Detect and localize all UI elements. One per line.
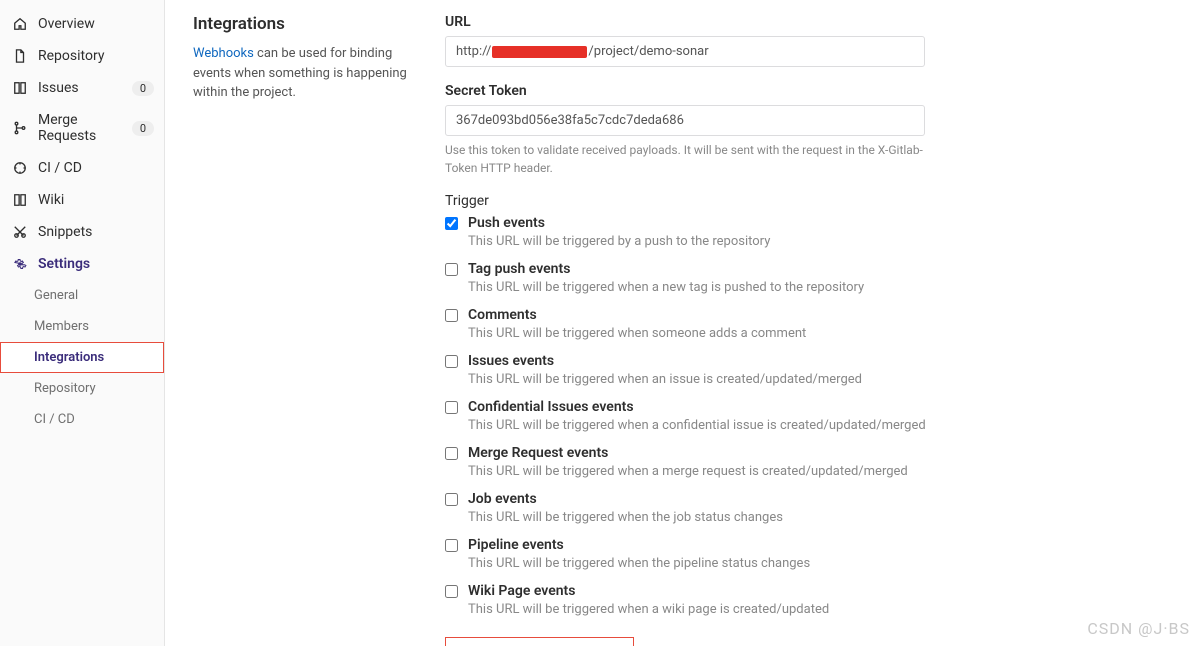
sidebar-item-settings[interactable]: Settings	[0, 248, 164, 280]
redacted-host	[492, 46, 587, 58]
trigger-title: Merge Request events	[468, 445, 608, 461]
sidebar-item-label: Issues	[38, 80, 128, 96]
trigger-merge-request-events: Merge Request events This URL will be tri…	[445, 445, 1188, 479]
trigger-desc: This URL will be triggered when the pipe…	[468, 556, 1188, 571]
trigger-desc: This URL will be triggered when a wiki p…	[468, 602, 1188, 617]
secret-token-help: Use this token to validate received payl…	[445, 141, 925, 177]
trigger-desc: This URL will be triggered when a merge …	[468, 464, 1188, 479]
trigger-checkbox-tag-push-events[interactable]	[445, 263, 458, 276]
settings-sub-ci-cd[interactable]: CI / CD	[0, 404, 164, 435]
trigger-issues-events: Issues events This URL will be triggered …	[445, 353, 1188, 387]
sidebar-item-label: Settings	[38, 256, 154, 272]
page-title: Integrations	[193, 14, 433, 34]
trigger-job-events: Job events This URL will be triggered whe…	[445, 491, 1188, 525]
url-input[interactable]: http:///project/demo-sonar	[445, 36, 925, 67]
home-icon	[12, 16, 28, 32]
sidebar-item-repository[interactable]: Repository	[0, 40, 164, 72]
sidebar-item-wiki[interactable]: Wiki	[0, 184, 164, 216]
trigger-title: Issues events	[468, 353, 554, 369]
settings-sub-integrations[interactable]: Integrations	[0, 342, 164, 373]
webhook-form: URL http:///project/demo-sonar Secret To…	[445, 14, 1188, 646]
trigger-title: Push events	[468, 215, 545, 231]
sidebar-item-merge-requests[interactable]: Merge Requests 0	[0, 104, 164, 152]
trigger-label: Trigger	[445, 193, 1188, 209]
trigger-title: Confidential Issues events	[468, 399, 634, 415]
gear-icon	[12, 256, 28, 272]
file-icon	[12, 48, 28, 64]
ci-icon	[12, 160, 28, 176]
sidebar-badge: 0	[132, 121, 154, 136]
trigger-checkbox-job-events[interactable]	[445, 493, 458, 506]
trigger-title: Job events	[468, 491, 537, 507]
secret-token-label: Secret Token	[445, 83, 1188, 99]
url-label: URL	[445, 14, 1188, 30]
settings-sub-repository[interactable]: Repository	[0, 373, 164, 404]
sidebar-item-issues[interactable]: Issues 0	[0, 72, 164, 104]
trigger-desc: This URL will be triggered when the job …	[468, 510, 1188, 525]
webhooks-link[interactable]: Webhooks	[193, 46, 254, 61]
trigger-desc: This URL will be triggered when a confid…	[468, 418, 1188, 433]
sidebar-item-label: Snippets	[38, 224, 154, 240]
sidebar-item-label: Repository	[38, 48, 154, 64]
main-content: Integrations Webhooks can be used for bi…	[165, 0, 1200, 646]
page-description: Webhooks can be used for binding events …	[193, 44, 433, 103]
trigger-title: Wiki Page events	[468, 583, 575, 599]
sidebar-badge: 0	[132, 81, 154, 96]
trigger-checkbox-pipeline-events[interactable]	[445, 539, 458, 552]
trigger-tag-push-events: Tag push events This URL will be triggere…	[445, 261, 1188, 295]
ssl-verification-section: SSL verification Enable SSL verification…	[445, 637, 634, 646]
trigger-pipeline-events: Pipeline events This URL will be triggere…	[445, 537, 1188, 571]
trigger-desc: This URL will be triggered when someone …	[468, 326, 1188, 341]
wiki-icon	[12, 192, 28, 208]
sidebar-item-overview[interactable]: Overview	[0, 8, 164, 40]
trigger-comments: Comments This URL will be triggered when …	[445, 307, 1188, 341]
snippet-icon	[12, 224, 28, 240]
trigger-wiki-page-events: Wiki Page events This URL will be trigger…	[445, 583, 1188, 617]
secret-token-input[interactable]	[445, 105, 925, 136]
trigger-confidential-issues-events: Confidential Issues events This URL will …	[445, 399, 1188, 433]
trigger-title: Tag push events	[468, 261, 570, 277]
sidebar: Overview Repository Issues 0 Merge Requests 0…	[0, 0, 165, 646]
settings-sub-members[interactable]: Members	[0, 311, 164, 342]
trigger-desc: This URL will be triggered by a push to …	[468, 234, 1188, 249]
trigger-checkbox-wiki-page-events[interactable]	[445, 585, 458, 598]
sidebar-item-label: Overview	[38, 16, 154, 32]
merge-icon	[12, 120, 28, 136]
integrations-intro: Integrations Webhooks can be used for bi…	[165, 14, 445, 646]
sidebar-item-snippets[interactable]: Snippets	[0, 216, 164, 248]
trigger-desc: This URL will be triggered when an issue…	[468, 372, 1188, 387]
trigger-checkbox-merge-request-events[interactable]	[445, 447, 458, 460]
trigger-checkbox-confidential-issues-events[interactable]	[445, 401, 458, 414]
trigger-checkbox-push-events[interactable]	[445, 217, 458, 230]
settings-sub-general[interactable]: General	[0, 280, 164, 311]
trigger-checkbox-issues-events[interactable]	[445, 355, 458, 368]
trigger-push-events: Push events This URL will be triggered by…	[445, 215, 1188, 249]
watermark: CSDN @J·BS	[1087, 619, 1190, 638]
trigger-title: Comments	[468, 307, 537, 323]
trigger-desc: This URL will be triggered when a new ta…	[468, 280, 1188, 295]
sidebar-item-label: Wiki	[38, 192, 154, 208]
sidebar-item-ci-cd[interactable]: CI / CD	[0, 152, 164, 184]
sidebar-item-label: Merge Requests	[38, 112, 128, 144]
trigger-title: Pipeline events	[468, 537, 564, 553]
issues-icon	[12, 80, 28, 96]
trigger-checkbox-comments[interactable]	[445, 309, 458, 322]
sidebar-item-label: CI / CD	[38, 160, 154, 176]
